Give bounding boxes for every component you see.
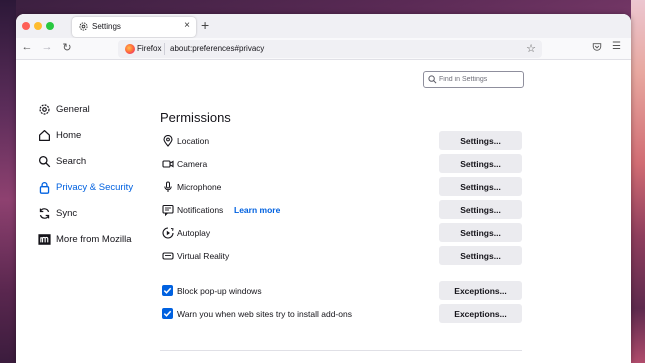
addon-exceptions-button[interactable]: Exceptions... [439,304,522,323]
pocket-icon[interactable] [592,42,602,52]
notifications-settings-button[interactable]: Settings... [439,200,522,219]
url-bar[interactable]: Firefox about:preferences#privacy ☆ [118,40,542,58]
permission-row-microphone: Microphone Settings... [160,177,522,197]
section-divider [160,350,522,351]
lock-icon [37,180,51,194]
vr-icon [162,252,174,260]
warn-addons-checkbox[interactable] [162,308,173,319]
tab-settings[interactable]: Settings × [72,17,196,37]
identity-label: Firefox [137,44,162,53]
permission-label: Notifications [177,205,224,215]
search-icon [37,154,51,168]
permission-row-location: Location Settings... [160,131,522,151]
browser-window: Settings × + ← → ↻ Firefox about:prefere… [16,14,631,363]
gear-icon [79,22,88,31]
sidebar-item-more-from-mozilla[interactable]: More from Mozilla [37,230,157,248]
warn-addons-label: Warn you when web sites try to install a… [177,309,352,319]
camera-settings-button[interactable]: Settings... [439,154,522,173]
permission-row-notifications: Notifications Learn more Settings... [160,200,522,220]
learn-more-link[interactable]: Learn more [234,205,280,215]
settings-page: General Home Search Privacy & Security [16,60,631,363]
find-in-settings-box[interactable] [423,71,524,88]
sidebar-item-label: Privacy & Security [56,181,134,193]
home-icon [37,128,51,142]
location-settings-button[interactable]: Settings... [439,131,522,150]
gear-icon [37,102,51,116]
hamburger-menu-icon[interactable]: ☰ [612,41,621,52]
mozilla-icon [37,232,51,246]
reload-icon[interactable]: ↻ [60,41,74,54]
new-tab-button[interactable]: + [201,17,209,33]
checkmark-icon [163,310,172,317]
sidebar-item-label: Search [56,155,87,167]
bookmark-star-icon[interactable]: ☆ [526,42,536,55]
sidebar-item-label: Sync [56,207,78,219]
close-icon[interactable]: × [184,20,190,31]
location-icon [163,135,173,147]
permission-label: Camera [177,159,208,169]
permission-row-autoplay: Autoplay Settings... [160,223,522,243]
firefox-logo-icon [125,44,135,54]
forward-arrow-icon[interactable]: → [40,41,54,53]
sidebar-item-privacy-security[interactable]: Privacy & Security [37,178,157,196]
permission-label: Virtual Reality [177,251,230,261]
block-popups-row: Block pop-up windows Exceptions... [160,281,522,301]
desktop-wallpaper-right [631,0,645,363]
sidebar-item-label: General [56,103,90,115]
microphone-icon [164,181,172,192]
sidebar-item-label: Home [56,129,82,141]
url-separator [164,43,165,55]
sidebar-item-label: More from Mozilla [56,233,132,245]
autoplay-settings-button[interactable]: Settings... [439,223,522,242]
sidebar-item-home[interactable]: Home [37,126,157,144]
desktop-wallpaper-left [0,0,16,363]
block-popups-checkbox[interactable] [162,285,173,296]
permission-row-camera: Camera Settings... [160,154,522,174]
tab-strip: Settings × + [16,14,631,38]
autoplay-icon [162,227,174,239]
minimize-window-button[interactable] [34,22,42,30]
warn-addons-row: Warn you when web sites try to install a… [160,304,522,324]
virtual-reality-settings-button[interactable]: Settings... [439,246,522,265]
back-arrow-icon[interactable]: ← [20,41,34,53]
permission-row-virtual-reality: Virtual Reality Settings... [160,246,522,266]
permissions-heading: Permissions [160,110,231,125]
url-text[interactable]: about:preferences#privacy [170,44,264,53]
checkmark-icon [163,287,172,294]
zoom-window-button[interactable] [46,22,54,30]
navigation-toolbar: ← → ↻ Firefox about:preferences#privacy … [16,38,631,60]
find-in-settings-input[interactable] [439,73,521,86]
block-popups-label: Block pop-up windows [177,286,262,296]
sidebar-item-general[interactable]: General [37,100,157,118]
permission-label: Autoplay [177,228,211,238]
sidebar-item-sync[interactable]: Sync [37,204,157,222]
notification-icon [162,204,174,216]
sidebar-item-search[interactable]: Search [37,152,157,170]
tab-title: Settings [92,22,121,31]
popup-exceptions-button[interactable]: Exceptions... [439,281,522,300]
permission-label: Microphone [177,182,222,192]
permission-label: Location [177,136,210,146]
search-icon [428,75,437,84]
camera-icon [162,160,174,168]
close-window-button[interactable] [22,22,30,30]
microphone-settings-button[interactable]: Settings... [439,177,522,196]
sync-icon [37,206,51,220]
